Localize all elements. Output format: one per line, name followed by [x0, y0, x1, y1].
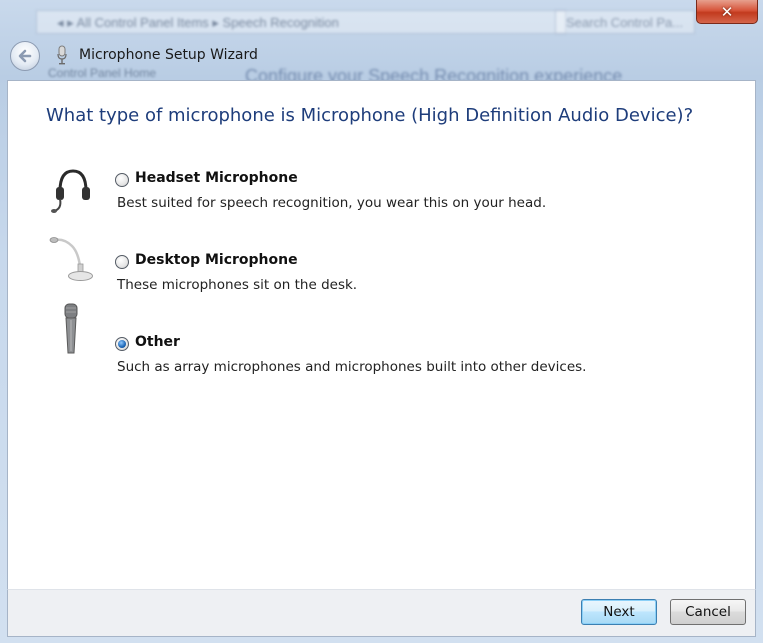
option-desktop-microphone[interactable]: Desktop Microphone These microphones sit…: [8, 234, 748, 304]
wizard-footer: Next Cancel: [7, 589, 756, 637]
close-icon: ✕: [720, 2, 734, 21]
other-description: Such as array microphones and microphone…: [117, 359, 587, 375]
wizard-title: Microphone Setup Wizard: [79, 47, 258, 63]
desktop-microphone-icon: [49, 237, 93, 281]
headset-icon: [51, 169, 90, 213]
headset-radio[interactable]: [115, 173, 129, 187]
background-heading: Configure your Speech Recognition experi…: [245, 66, 623, 80]
next-button[interactable]: Next: [581, 599, 657, 625]
desktop-microphone-label[interactable]: Desktop Microphone: [135, 252, 298, 268]
wizard-content-panel: What type of microphone is Microphone (H…: [7, 80, 756, 590]
back-arrow-icon: [18, 49, 32, 63]
headset-label[interactable]: Headset Microphone: [135, 170, 298, 186]
other-radio[interactable]: [115, 337, 129, 351]
handheld-microphone-icon: [64, 303, 78, 354]
option-headset[interactable]: Headset Microphone Best suited for speec…: [8, 165, 748, 235]
other-label[interactable]: Other: [135, 334, 180, 350]
desktop-microphone-description: These microphones sit on the desk.: [117, 277, 358, 293]
option-other[interactable]: Other Such as array microphones and micr…: [8, 303, 748, 375]
headset-description: Best suited for speech recognition, you …: [117, 195, 547, 211]
background-control-panel-home-link: Control Panel Home: [48, 66, 157, 80]
cancel-button[interactable]: Cancel: [670, 599, 746, 625]
background-address-bar: ◂ ▸ All Control Panel Items ▸ Speech Rec…: [36, 10, 566, 34]
back-button[interactable]: [10, 41, 40, 71]
background-search-box: Search Control Pa...: [555, 10, 695, 34]
desktop-microphone-radio[interactable]: [115, 255, 129, 269]
page-question: What type of microphone is Microphone (H…: [46, 105, 694, 126]
background-window: ◂ ▸ All Control Panel Items ▸ Speech Rec…: [0, 0, 763, 80]
close-button[interactable]: ✕: [696, 0, 758, 24]
microphone-icon: [57, 45, 67, 65]
